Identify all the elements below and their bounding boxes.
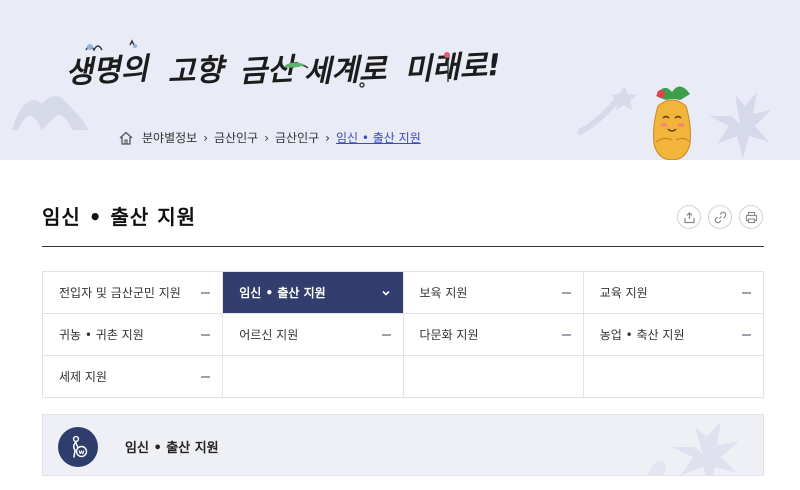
chevron-right-icon: › xyxy=(203,130,209,145)
menu-item-label: 교육 지원 xyxy=(599,286,648,300)
link-icon xyxy=(714,211,726,223)
home-icon[interactable] xyxy=(118,130,134,146)
share-icon xyxy=(683,211,695,223)
menu-item-label: 임신 • 출산 지원 xyxy=(239,286,326,300)
minus-icon xyxy=(201,333,211,336)
breadcrumb-item[interactable]: 금산인구 xyxy=(275,129,319,146)
mascot-character xyxy=(653,86,691,160)
pregnant-woman-icon: w xyxy=(72,435,88,458)
minus-icon xyxy=(201,375,211,378)
leaf-decoration xyxy=(647,421,739,475)
title-tools xyxy=(677,205,763,229)
svg-text:세계로: 세계로 xyxy=(303,52,389,90)
menu-item-label: 전입자 및 금산군민 지원 xyxy=(59,286,181,300)
minus-icon xyxy=(742,291,751,294)
section-icon-badge: w xyxy=(58,427,98,467)
menu-item-label: 농업 • 축산 지원 xyxy=(599,328,685,342)
menu-item-label: 어르신 지원 xyxy=(239,328,299,342)
page-title: 임신 • 출산 지원 xyxy=(42,205,197,229)
sub-menu-grid: 전입자 및 금산군민 지원 임신 • 출산 지원 보육 지원 교육 지원 귀농 … xyxy=(42,271,764,398)
svg-text:미래로!: 미래로! xyxy=(404,48,502,88)
chevron-down-icon xyxy=(381,290,390,296)
breadcrumb-current[interactable]: 임신 • 출산 지원 xyxy=(336,129,421,146)
menu-item-multicultural-support[interactable]: 다문화 지원 xyxy=(403,314,584,356)
header-banner: 생명의 고향 금산 세계로 미래로! 분야별정보 › 금산인구 › 금산인구 ›… xyxy=(0,0,800,160)
print-button[interactable] xyxy=(739,205,763,229)
menu-item-tax-support[interactable]: 세제 지원 xyxy=(43,356,224,398)
menu-item-senior-support[interactable]: 어르신 지원 xyxy=(223,314,404,356)
title-divider xyxy=(42,246,764,247)
minus-icon xyxy=(381,333,391,336)
chevron-right-icon: › xyxy=(325,130,330,145)
menu-item-label: 귀농 • 귀촌 지원 xyxy=(59,328,144,342)
minus-icon xyxy=(561,291,571,294)
menu-item-childcare-support[interactable]: 보육 지원 xyxy=(403,272,584,314)
svg-text:금산: 금산 xyxy=(239,52,300,90)
print-icon xyxy=(745,211,757,223)
section-title: 임신 • 출산 지원 xyxy=(125,441,219,456)
breadcrumb: 분야별정보 › 금산인구 › 금산인구 › 임신 • 출산 지원 xyxy=(118,129,421,146)
shooting-star-decoration xyxy=(577,86,637,135)
menu-empty-cell xyxy=(223,356,404,398)
leaf-decoration xyxy=(709,92,771,158)
breadcrumb-item[interactable]: 금산인구 xyxy=(214,129,258,146)
menu-item-agriculture-support[interactable]: 농업 • 축산 지원 xyxy=(583,314,764,356)
menu-item-newcomer-support[interactable]: 전입자 및 금산군민 지원 xyxy=(43,272,224,314)
minus-icon xyxy=(742,333,751,336)
menu-item-education-support[interactable]: 교육 지원 xyxy=(583,272,764,314)
share-button[interactable] xyxy=(677,205,701,229)
link-button[interactable] xyxy=(708,205,732,229)
breadcrumb-item[interactable]: 분야별정보 xyxy=(142,129,197,146)
menu-item-pregnancy-support[interactable]: 임신 • 출산 지원 xyxy=(223,272,404,314)
chevron-right-icon: › xyxy=(264,130,269,145)
section-header: w 임신 • 출산 지원 xyxy=(42,414,764,476)
menu-empty-cell xyxy=(583,356,764,398)
menu-item-label: 보육 지원 xyxy=(419,286,468,300)
svg-text:고향: 고향 xyxy=(167,53,229,90)
svg-text:w: w xyxy=(78,448,84,456)
minus-icon xyxy=(201,291,211,294)
menu-empty-cell xyxy=(403,356,584,398)
menu-item-label: 세제 지원 xyxy=(59,370,107,384)
minus-icon xyxy=(561,333,571,336)
menu-item-label: 다문화 지원 xyxy=(419,328,479,342)
mountain-decoration xyxy=(12,96,88,130)
menu-item-return-farming-support[interactable]: 귀농 • 귀촌 지원 xyxy=(43,314,224,356)
